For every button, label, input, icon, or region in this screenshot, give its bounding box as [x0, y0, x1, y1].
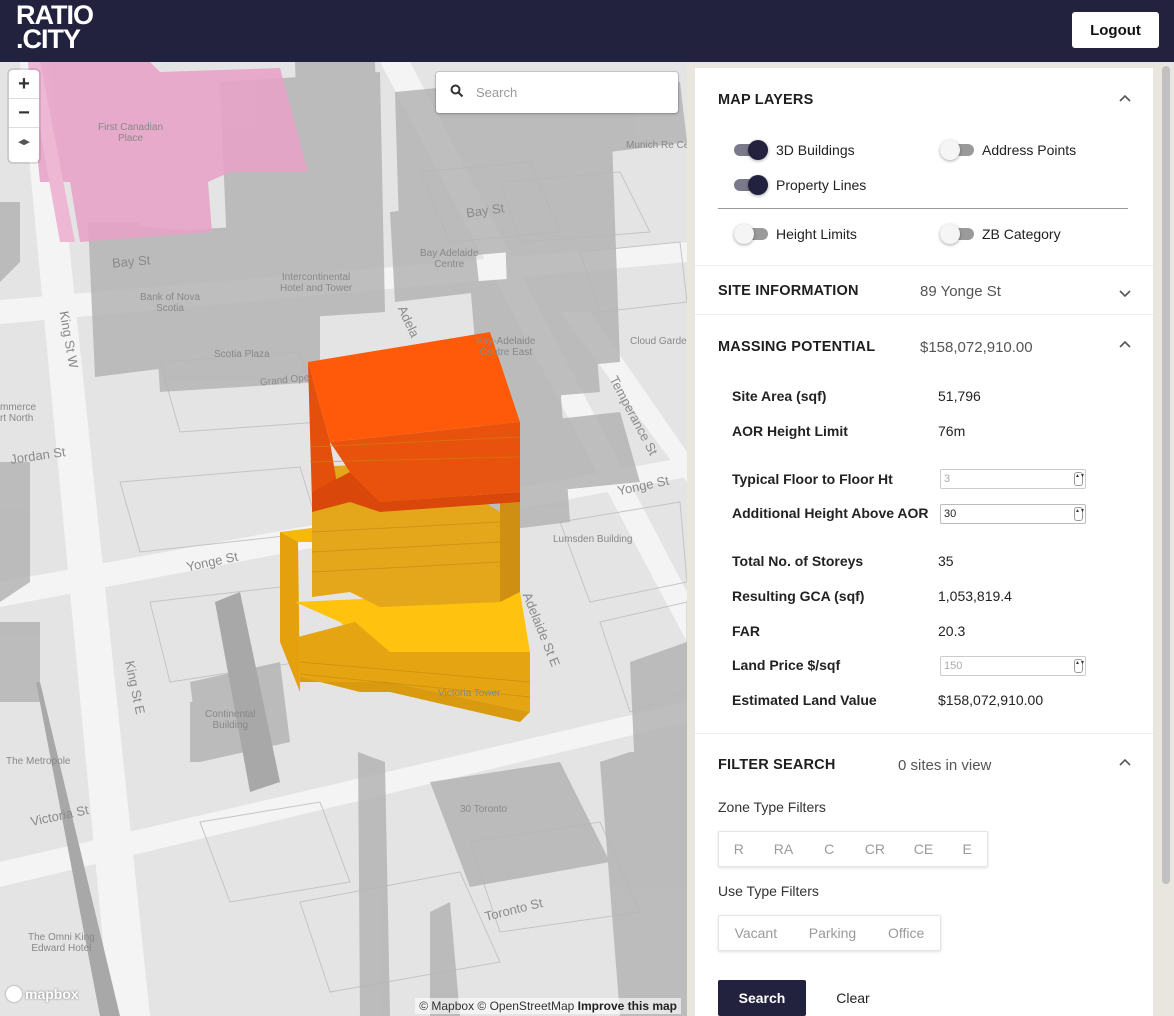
poi-munich-re: Munich Re Ce	[626, 140, 687, 151]
stepper-arrows-icon[interactable]: ▲▼	[1074, 472, 1085, 486]
aor-height-value: 76m	[938, 423, 966, 439]
poi-omni-king: The Omni King Edward Hotel	[28, 932, 95, 954]
massing-3d-building	[280, 332, 531, 722]
zoom-out-button[interactable]: −	[9, 99, 39, 128]
stepper-arrows-icon[interactable]: ▲▼	[1074, 507, 1085, 521]
map-layers-title: MAP LAYERS	[718, 92, 814, 108]
far-value: 20.3	[938, 623, 966, 639]
use-filter-parking[interactable]: Parking	[793, 925, 873, 941]
land-price-value: 150	[944, 660, 963, 672]
zone-filter-ra[interactable]: RA	[759, 841, 809, 857]
poi-intercontinental: Intercontinental Hotel and Tower	[280, 272, 353, 294]
additional-height-input[interactable]: 30 ▲▼	[940, 504, 1086, 524]
additional-height-label: Additional Height Above AOR	[732, 505, 929, 521]
storeys-label: Total No. of Storeys	[732, 553, 864, 569]
poi-commerce-north: mmerce rt North	[0, 402, 37, 424]
poi-the-metropole: The Metropole	[6, 756, 71, 767]
floor-height-value: 3	[944, 473, 951, 485]
toggle-3d-buildings[interactable]	[734, 140, 768, 160]
poi-first-canadian: First Canadian Place	[98, 122, 164, 144]
zone-filter-c[interactable]: C	[808, 841, 850, 857]
use-filter-office[interactable]: Office	[872, 925, 940, 941]
additional-height-value: 30	[944, 508, 957, 520]
poi-victoria-tower: Victoria Tower	[438, 688, 501, 699]
section-divider	[695, 265, 1153, 266]
map-navigation-control: + − ◂▸	[9, 70, 39, 162]
improve-map-link[interactable]: Improve this map	[578, 999, 677, 1013]
site-area-label: Site Area (sqf)	[732, 388, 827, 404]
zone-filter-e[interactable]: E	[947, 841, 987, 857]
zone-filter-r[interactable]: R	[719, 841, 759, 857]
logo-text-line2: .CITY	[16, 24, 81, 54]
toggle-label-property-lines: Property Lines	[776, 177, 867, 193]
toggle-height-limits[interactable]	[734, 224, 768, 244]
zone-type-filters: R RA C CR CE E	[718, 831, 988, 867]
use-type-filters: Vacant Parking Office	[718, 915, 941, 951]
toggle-label-address-points: Address Points	[982, 142, 1077, 158]
chevron-down-icon[interactable]	[1119, 290, 1131, 298]
section-divider	[695, 314, 1153, 315]
attribution-text: © Mapbox © OpenStreetMap	[419, 999, 575, 1013]
map-search-box	[436, 72, 678, 113]
panel-scrollbar[interactable]	[1162, 66, 1170, 884]
zone-filter-cr[interactable]: CR	[850, 841, 900, 857]
aor-height-label: AOR Height Limit	[732, 423, 848, 439]
chevron-up-icon[interactable]	[1119, 340, 1131, 348]
toggle-property-lines[interactable]	[734, 175, 768, 195]
poi-lumsden: Lumsden Building	[553, 534, 633, 545]
top-navbar: RATIO .CITY Logout	[0, 0, 1174, 62]
zoom-in-button[interactable]: +	[9, 70, 39, 99]
toggle-label-zb-category: ZB Category	[982, 226, 1061, 242]
poi-continental: Continental Building	[205, 709, 256, 731]
map-search-input[interactable]	[476, 81, 666, 103]
side-panel	[695, 68, 1153, 1016]
section-divider	[695, 733, 1153, 734]
toggle-label-height-limits: Height Limits	[776, 226, 857, 242]
land-value-label: Estimated Land Value	[732, 692, 877, 708]
zone-filter-ce[interactable]: CE	[900, 841, 948, 857]
site-area-value: 51,796	[938, 388, 981, 404]
toggle-address-points[interactable]	[940, 140, 974, 160]
floor-height-input[interactable]: 3 ▲▼	[940, 469, 1086, 489]
stepper-arrows-icon[interactable]: ▲▼	[1074, 659, 1085, 673]
clear-button[interactable]: Clear	[822, 980, 884, 1016]
search-button[interactable]: Search	[718, 980, 806, 1016]
toggle-zb-category[interactable]	[940, 224, 974, 244]
floor-height-label: Typical Floor to Floor Ht	[732, 471, 893, 487]
poi-cloud-garden: Cloud Garde	[630, 336, 687, 347]
poi-bay-adelaide: Bay Adelaide Centre	[420, 248, 479, 270]
land-price-label: Land Price $/sqf	[732, 657, 841, 673]
layers-divider	[718, 208, 1128, 209]
poi-bay-adelaide-east: Bay-Adelaide Centre East	[476, 336, 536, 358]
massing-potential-title[interactable]: MASSING POTENTIAL	[718, 339, 875, 355]
far-label: FAR	[732, 623, 760, 639]
massing-potential-value: $158,072,910.00	[920, 339, 1033, 356]
sites-in-view: 0 sites in view	[898, 757, 992, 774]
compass-button[interactable]: ◂▸	[9, 128, 39, 157]
ratio-city-logo[interactable]: RATIO .CITY	[16, 2, 94, 54]
site-information-title[interactable]: SITE INFORMATION	[718, 283, 859, 299]
mapbox-logo-text: mapbox	[25, 986, 79, 1002]
mapbox-logo[interactable]: mapbox	[6, 986, 79, 1002]
logout-button[interactable]: Logout	[1072, 12, 1159, 48]
site-address: 89 Yonge St	[920, 283, 1001, 300]
land-value-value: $158,072,910.00	[938, 692, 1044, 708]
toggle-label-3d-buildings: 3D Buildings	[776, 142, 855, 158]
land-price-input[interactable]: 150 ▲▼	[940, 656, 1086, 676]
storeys-value: 35	[938, 553, 954, 569]
chevron-up-icon[interactable]	[1119, 94, 1131, 102]
map-view[interactable]: Bay St Bay St King St W King St E Adela …	[0, 62, 687, 1016]
use-filter-vacant[interactable]: Vacant	[719, 925, 793, 941]
map-attribution: © Mapbox © OpenStreetMap Improve this ma…	[415, 998, 681, 1014]
mapbox-icon	[6, 986, 22, 1002]
filter-search-title[interactable]: FILTER SEARCH	[718, 757, 836, 773]
gca-value: 1,053,819.4	[938, 588, 1012, 604]
poi-scotia-plaza: Scotia Plaza	[214, 349, 270, 360]
poi-30-toronto: 30 Toronto	[460, 804, 508, 815]
chevron-up-icon[interactable]	[1119, 758, 1131, 766]
use-type-label: Use Type Filters	[718, 883, 819, 899]
gca-label: Resulting GCA (sqf)	[732, 588, 865, 604]
poi-bank-nova: Bank of Nova Scotia	[140, 292, 201, 314]
zone-type-label: Zone Type Filters	[718, 799, 826, 815]
